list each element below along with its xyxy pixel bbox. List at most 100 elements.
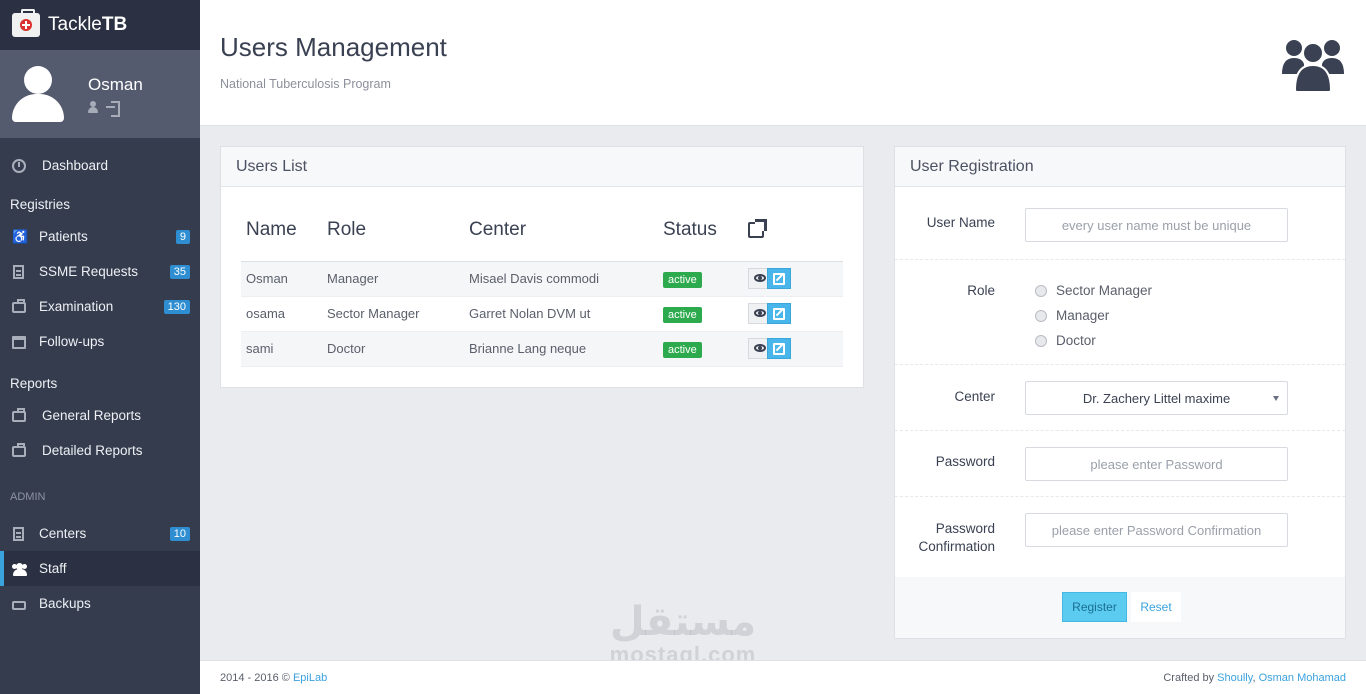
users-icon (12, 562, 27, 576)
brand[interactable]: TackleTB (0, 0, 200, 50)
medkit-icon (12, 298, 26, 314)
wheelchair-icon: ♿ (12, 228, 29, 244)
status-badge: active (663, 272, 702, 288)
username-label: User Name (926, 215, 995, 230)
register-button[interactable]: Register (1062, 592, 1127, 622)
ssme-count-badge: 35 (169, 264, 190, 279)
eye-icon (754, 274, 766, 282)
sidebar: TackleTB Osman Dashboard Registries ♿ Pa… (0, 0, 200, 694)
stopwatch-icon (12, 158, 26, 173)
reset-button[interactable]: Reset (1131, 592, 1181, 622)
users-list-card: Users List Name Role Center Status Osman… (220, 146, 864, 388)
sidebar-item-examination[interactable]: Examination 130 (0, 289, 200, 324)
user-registration-card: User Registration User Name Role Sector … (894, 146, 1346, 639)
sidebar-item-detailed-reports[interactable]: Detailed Reports (0, 433, 200, 468)
page-title: Users Management (220, 32, 447, 62)
osman-mohamad-link[interactable]: Osman Mohamad (1259, 672, 1346, 684)
cell-role: Manager (322, 261, 464, 297)
users-group-icon (1282, 40, 1344, 92)
page-footer: 2014 - 2016 © EpiLab Crafted by Shoully,… (200, 660, 1366, 694)
section-admin: ADMIN (10, 491, 46, 503)
password-confirmation-row: Password Confirmation (895, 497, 1345, 577)
password-row: Password (895, 431, 1345, 497)
profile-icon[interactable] (88, 101, 98, 113)
center-select[interactable]: Dr. Zachery Littel maxime (1025, 381, 1288, 415)
sidebar-item-centers[interactable]: Centers 10 (0, 516, 200, 551)
cell-center: Garret Nolan DVM ut (464, 296, 658, 332)
user-registration-title: User Registration (895, 147, 1345, 187)
radio-button[interactable] (1035, 284, 1047, 297)
brand-name: TackleTB (48, 14, 128, 35)
password-input[interactable] (1025, 447, 1288, 481)
status-badge: active (663, 342, 702, 358)
hard-drive-icon (12, 597, 26, 611)
edit-button[interactable] (767, 338, 791, 359)
table-row: osama Sector Manager Garret Nolan DVM ut… (241, 296, 843, 332)
table-row: sami Doctor Brianne Lang neque active (241, 331, 843, 367)
center-label: Center (954, 389, 995, 404)
edit-icon (773, 308, 785, 320)
cell-name: osama (241, 296, 322, 332)
page-header: Users Management National Tuberculosis P… (200, 0, 1366, 126)
external-link-icon[interactable] (748, 218, 767, 238)
column-header-center[interactable]: Center (464, 219, 658, 262)
footer-credits: Crafted by Shoully, Osman Mohamad (1163, 672, 1346, 684)
status-badge: active (663, 307, 702, 323)
cell-name: sami (241, 331, 322, 367)
sidebar-item-follow-ups[interactable]: Follow-ups (0, 324, 200, 359)
username-input[interactable] (1025, 208, 1288, 242)
section-registries: Registries (10, 196, 71, 212)
sidebar-item-ssme-requests[interactable]: SSME Requests 35 (0, 254, 200, 289)
watermark: مستقل mostaql.com (598, 600, 768, 666)
role-row: Role Sector Manager Manager Doctor (895, 260, 1345, 365)
users-list-title: Users List (221, 147, 863, 187)
column-header-actions (743, 218, 843, 262)
user-name: Osman (88, 75, 143, 94)
watermark-arabic: مستقل (609, 599, 757, 645)
first-aid-kit-icon (12, 9, 40, 37)
edit-button[interactable] (767, 268, 791, 289)
column-header-status[interactable]: Status (658, 219, 743, 262)
role-option-doctor[interactable]: Doctor (1035, 333, 1096, 348)
building-icon (12, 526, 26, 541)
cell-role: Doctor (322, 331, 464, 367)
logout-icon[interactable] (106, 101, 120, 117)
center-row: Center Dr. Zachery Littel maxime (895, 365, 1345, 431)
password-label: Password (935, 454, 995, 469)
examination-count-badge: 130 (163, 299, 190, 314)
radio-button[interactable] (1035, 334, 1047, 347)
document-icon (12, 264, 26, 279)
avatar (12, 66, 64, 122)
footer-copyright: 2014 - 2016 © EpiLab (220, 672, 328, 684)
section-reports: Reports (10, 375, 58, 391)
epilab-link[interactable]: EpiLab (293, 672, 327, 684)
sidebar-item-dashboard[interactable]: Dashboard (0, 148, 200, 183)
calendar-icon (12, 335, 26, 349)
column-header-role[interactable]: Role (322, 219, 464, 262)
eye-icon (754, 309, 766, 317)
radio-button[interactable] (1035, 309, 1047, 322)
eye-icon (754, 344, 766, 352)
edit-icon (773, 273, 785, 285)
column-header-name[interactable]: Name (241, 219, 322, 262)
password-confirmation-label: Password Confirmation (918, 521, 995, 554)
sidebar-item-patients[interactable]: ♿ Patients 9 (0, 219, 200, 254)
role-option-manager[interactable]: Manager (1035, 308, 1109, 323)
password-confirmation-input[interactable] (1025, 513, 1288, 547)
shoully-link[interactable]: Shoully (1217, 672, 1252, 684)
caret-down-icon (1273, 396, 1279, 401)
sidebar-item-backups[interactable]: Backups (0, 586, 200, 621)
cell-center: Misael Davis commodi (464, 261, 658, 297)
cell-center: Brianne Lang neque (464, 331, 658, 367)
users-table: Name Role Center Status Osman Manager Mi… (241, 218, 843, 367)
edit-button[interactable] (767, 303, 791, 324)
medkit-icon (12, 442, 26, 458)
medkit-icon (12, 407, 26, 423)
cell-role: Sector Manager (322, 296, 464, 332)
edit-icon (773, 343, 785, 355)
sidebar-item-staff[interactable]: Staff (0, 551, 200, 586)
sidebar-item-general-reports[interactable]: General Reports (0, 398, 200, 433)
role-option-sector-manager[interactable]: Sector Manager (1035, 283, 1152, 298)
centers-count-badge: 10 (169, 526, 190, 541)
table-row: Osman Manager Misael Davis commodi activ… (241, 261, 843, 297)
